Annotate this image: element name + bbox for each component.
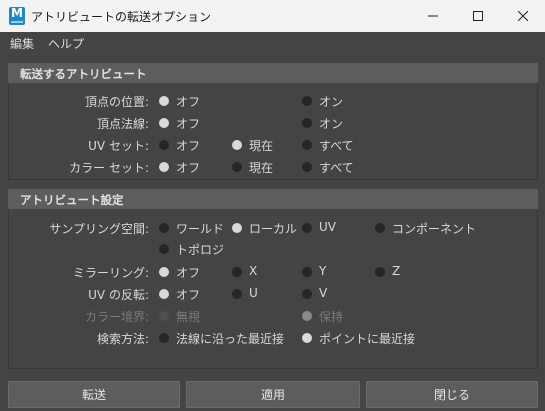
- mirroring-label: ミラーリング:: [72, 266, 149, 280]
- mirroring-x-radio[interactable]: [232, 267, 242, 277]
- sampling-space-label: サンプリング空間:: [49, 222, 149, 236]
- uv-flip-off-radio[interactable]: [159, 289, 169, 299]
- color-set-off-radio[interactable]: [159, 162, 169, 172]
- sampling-uv-label: UV: [319, 220, 336, 234]
- sampling-topology-radio[interactable]: [159, 244, 169, 254]
- vertex-position-label: 頂点の位置:: [84, 95, 149, 109]
- maya-app-icon: M: [9, 7, 25, 25]
- sampling-world-radio[interactable]: [159, 223, 169, 233]
- uv-flip-u-label: U: [249, 286, 258, 300]
- button-bar: 転送 適用 閉じる: [0, 377, 545, 411]
- mirroring-x-label: X: [249, 264, 258, 278]
- uv-flip-u-radio[interactable]: [232, 289, 242, 299]
- vertex-normal-on-radio[interactable]: [302, 118, 312, 128]
- minimize-button[interactable]: [410, 0, 455, 32]
- sampling-component-radio[interactable]: [375, 223, 385, 233]
- uv-set-current-label: 現在: [249, 139, 274, 153]
- vertex-normal-off-label: オフ: [176, 117, 201, 131]
- search-closest-along-normal-label: 法線に沿った最近接: [176, 332, 285, 346]
- maximize-icon: [472, 11, 483, 21]
- vertex-position-off-radio[interactable]: [159, 96, 169, 106]
- color-borders-ignore-label: 無視: [176, 310, 201, 324]
- vertex-position-on-radio[interactable]: [302, 96, 312, 106]
- color-borders-label: カラー境界:: [84, 310, 149, 324]
- menu-help[interactable]: ヘルプ: [48, 35, 84, 52]
- sampling-local-label: ローカル: [249, 222, 298, 236]
- transfer-section-header[interactable]: 転送するアトリビュート: [8, 63, 538, 83]
- color-borders-preserve-label: 保持: [319, 310, 344, 324]
- vertex-position-on-label: オン: [319, 95, 344, 109]
- close-button[interactable]: 閉じる: [366, 381, 538, 408]
- close-window-button[interactable]: [500, 0, 545, 32]
- mirroring-y-label: Y: [319, 264, 327, 278]
- color-set-current-label: 現在: [249, 161, 274, 175]
- color-borders-ignore-radio: [159, 311, 169, 321]
- sampling-uv-radio[interactable]: [302, 223, 312, 233]
- sampling-topology-label: トポロジ: [176, 243, 225, 257]
- settings-section-title: アトリビュート設定: [20, 193, 124, 207]
- search-closest-to-point-label: ポイントに最近接: [319, 332, 416, 346]
- maximize-button[interactable]: [455, 0, 500, 32]
- uv-flip-v-radio[interactable]: [302, 289, 312, 299]
- minimize-icon: [427, 15, 438, 17]
- vertex-normal-off-radio[interactable]: [159, 118, 169, 128]
- color-borders-preserve-radio: [302, 311, 312, 321]
- uv-set-label: UV セット:: [88, 139, 149, 153]
- color-set-label: カラー セット:: [69, 161, 149, 175]
- uv-set-off-radio[interactable]: [159, 140, 169, 150]
- transfer-button[interactable]: 転送: [8, 381, 180, 408]
- color-set-off-label: オフ: [176, 161, 201, 175]
- search-closest-to-point-radio[interactable]: [302, 333, 312, 343]
- window-title: アトリビュートの転送オプション: [31, 10, 212, 24]
- apply-button[interactable]: 適用: [186, 381, 360, 408]
- uv-set-all-label: すべて: [319, 139, 354, 153]
- title-bar: M アトリビュートの転送オプション: [0, 0, 545, 32]
- color-set-current-radio[interactable]: [232, 162, 242, 172]
- mirroring-z-radio[interactable]: [375, 267, 385, 277]
- search-method-label: 検索方法:: [96, 332, 149, 346]
- menu-edit[interactable]: 編集: [10, 35, 34, 52]
- vertex-normal-label: 頂点法線:: [96, 117, 149, 131]
- sampling-local-radio[interactable]: [232, 223, 242, 233]
- search-closest-along-normal-radio[interactable]: [159, 333, 169, 343]
- mirroring-y-radio[interactable]: [302, 267, 312, 277]
- sampling-component-label: コンポーネント: [392, 222, 477, 236]
- transfer-section-title: 転送するアトリビュート: [20, 67, 147, 81]
- uv-flip-off-label: オフ: [176, 288, 201, 302]
- menu-bar: 編集 ヘルプ: [0, 32, 545, 53]
- mirroring-z-label: Z: [392, 264, 401, 278]
- vertex-position-off-label: オフ: [176, 95, 201, 109]
- mirroring-off-radio[interactable]: [159, 267, 169, 277]
- color-set-all-radio[interactable]: [302, 162, 312, 172]
- uv-set-current-radio[interactable]: [232, 140, 242, 150]
- uv-set-off-label: オフ: [176, 139, 201, 153]
- vertex-normal-on-label: オン: [319, 117, 344, 131]
- mirroring-off-label: オフ: [176, 266, 201, 280]
- color-set-all-label: すべて: [319, 161, 354, 175]
- sampling-world-label: ワールド: [176, 222, 225, 236]
- settings-section-header[interactable]: アトリビュート設定: [8, 189, 538, 209]
- uv-set-all-radio[interactable]: [302, 140, 312, 150]
- close-icon: [517, 11, 528, 21]
- uv-flip-v-label: V: [319, 286, 328, 300]
- uv-flip-label: UV の反転:: [88, 288, 149, 302]
